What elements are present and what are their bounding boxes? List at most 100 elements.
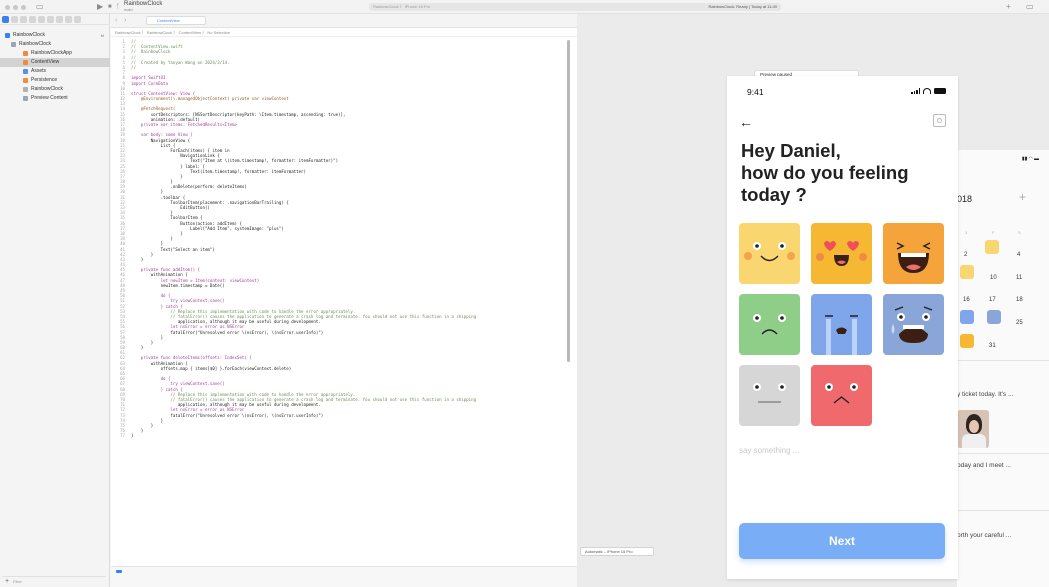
status-time: 9:41 xyxy=(747,87,764,97)
debug-area-toggle-icon[interactable] xyxy=(116,570,122,573)
calendar-day[interactable]: 2 xyxy=(964,252,967,258)
cellular-signal-icon xyxy=(911,88,920,94)
happy-face-icon xyxy=(739,223,800,284)
tree-item-group[interactable]: Preview Content xyxy=(0,94,110,103)
project-navigator-icon[interactable] xyxy=(2,16,9,23)
jump-bar[interactable]: RainbowClock 〉 RainbowClock 〉 ContentVie… xyxy=(111,28,577,37)
mood-sticker-crying[interactable] xyxy=(960,310,974,324)
mood-laughing-button[interactable] xyxy=(883,223,944,284)
tree-item-label: RainbowClockApp xyxy=(31,50,72,56)
run-destination[interactable]: RainbowClock 〉 iPhone 15 Pro xyxy=(373,4,430,10)
find-navigator-icon[interactable] xyxy=(29,16,36,23)
tree-item-project[interactable]: RainbowClock M xyxy=(0,31,110,40)
mood-note-input[interactable]: say something ... xyxy=(739,446,799,455)
source-editor: ‹ › ContentView RainbowClock 〉 RainbowCl… xyxy=(111,14,577,587)
zoom-window-button[interactable] xyxy=(21,5,26,10)
mood-happy-button[interactable] xyxy=(739,223,800,284)
sidebar-toggle-icon[interactable]: ▭ xyxy=(36,3,44,11)
mood-sticker-shocked[interactable] xyxy=(987,310,1001,324)
sad-face-icon xyxy=(739,294,800,355)
device-selector[interactable]: Automatic – iPhone 15 Pro xyxy=(580,547,654,556)
editor-tab-bar: ‹ › ContentView xyxy=(111,14,577,28)
build-status: RainbowClock: Ready | Today at 11:40 xyxy=(708,4,778,9)
issue-navigator-icon[interactable] xyxy=(38,16,45,23)
add-icon[interactable]: + xyxy=(1006,3,1011,11)
source-control-icon[interactable] xyxy=(11,16,18,23)
report-navigator-icon[interactable] xyxy=(74,16,81,23)
minimize-window-button[interactable] xyxy=(13,5,18,10)
diary-snippet[interactable]: orth your careful ... xyxy=(957,532,1011,539)
tree-item-label: Assets xyxy=(31,68,47,74)
calendar-day[interactable]: 16 xyxy=(963,297,970,303)
symbol-navigator-icon[interactable] xyxy=(20,16,27,23)
heading-line: how do you feeling xyxy=(741,162,909,183)
branch-icon: ᚴ xyxy=(116,4,120,10)
mood-neutral-button[interactable] xyxy=(739,365,800,426)
chevron-left-icon[interactable]: ‹ xyxy=(115,17,117,25)
calendar-day[interactable]: 31 xyxy=(989,343,996,349)
code-line[interactable]: 77} xyxy=(111,433,573,438)
calendar-day[interactable]: 17 xyxy=(989,297,996,303)
tree-item-file[interactable]: Persistence xyxy=(0,76,110,85)
tree-item-label: RainbowClock xyxy=(19,41,51,47)
tree-item-file[interactable]: RainbowClock xyxy=(0,85,110,94)
weekday-label: F xyxy=(992,230,995,235)
tree-item-file-selected[interactable]: ContentView xyxy=(0,58,110,67)
angry-face-icon xyxy=(811,365,872,426)
inspector-toggle-icon[interactable]: ▭ xyxy=(1026,3,1034,11)
debug-navigator-icon[interactable] xyxy=(56,16,63,23)
battery-icon xyxy=(934,88,946,94)
diary-snippet[interactable]: y ticket today. It's ... xyxy=(957,391,1013,398)
calendar-day[interactable]: 25 xyxy=(1016,320,1023,326)
activity-view[interactable]: RainbowClock 〉 iPhone 15 Pro RainbowCloc… xyxy=(369,3,781,11)
source-control-badge: M xyxy=(100,33,104,38)
plus-icon[interactable]: + xyxy=(1019,190,1026,204)
in-love-face-icon xyxy=(811,223,872,284)
tree-item-file[interactable]: Assets xyxy=(0,67,110,76)
branch-name: main xyxy=(124,7,133,12)
swift-file-icon xyxy=(23,60,28,65)
mood-grid xyxy=(739,223,945,426)
tree-item-label: Preview Content xyxy=(31,95,68,101)
test-navigator-icon[interactable] xyxy=(47,16,54,23)
mood-sticker-happy[interactable] xyxy=(960,265,974,279)
tree-item-file[interactable]: RainbowClockApp xyxy=(0,49,110,58)
mood-crying-button[interactable] xyxy=(811,294,872,355)
diary-snippet[interactable]: oday and I meet ... xyxy=(957,462,1011,469)
swift-file-icon xyxy=(23,51,28,56)
breakpoint-navigator-icon[interactable] xyxy=(65,16,72,23)
tree-item-group[interactable]: RainbowClock xyxy=(0,40,110,49)
close-window-button[interactable] xyxy=(5,5,10,10)
add-file-icon[interactable]: + xyxy=(5,577,9,586)
back-arrow-icon[interactable]: ← xyxy=(739,115,753,129)
shocked-face-icon xyxy=(883,294,944,355)
run-icon[interactable]: ▶ xyxy=(97,3,103,11)
chevron-right-icon[interactable]: › xyxy=(124,17,126,25)
stop-icon[interactable]: ■ xyxy=(108,3,112,11)
tab-label: ContentView xyxy=(157,18,180,23)
folder-icon xyxy=(23,96,28,101)
heading-line: Hey Daniel, xyxy=(741,140,841,161)
code-area[interactable]: 1//2// ContentView.swift 3// RainbowClock… xyxy=(111,39,573,579)
camera-icon[interactable] xyxy=(933,114,946,127)
secondary-preview: ▮▮ ◠ ▬ 018 + 1 F S 2 4 10 11 16 17 18 25… xyxy=(957,150,1049,587)
navigator-filter-field[interactable]: + Filter xyxy=(2,576,106,585)
photo-face xyxy=(969,420,979,433)
calendar-day[interactable]: 18 xyxy=(1016,297,1023,303)
mood-angry-button[interactable] xyxy=(811,365,872,426)
tab-contentview[interactable]: ContentView xyxy=(146,16,206,25)
calendar-day[interactable]: 4 xyxy=(1017,252,1020,258)
mood-in-love-button[interactable] xyxy=(811,223,872,284)
weekday-label: S xyxy=(1018,230,1021,235)
calendar-day[interactable]: 10 xyxy=(990,275,997,281)
diary-photo[interactable] xyxy=(957,410,989,448)
mood-sticker-in-love[interactable] xyxy=(960,334,974,348)
data-model-icon xyxy=(23,87,28,92)
calendar-day[interactable]: 11 xyxy=(1016,275,1022,281)
window-controls xyxy=(5,5,26,10)
next-button[interactable]: Next xyxy=(739,523,945,559)
editor-scrollbar[interactable] xyxy=(567,40,570,362)
mood-sticker-happy[interactable] xyxy=(985,240,999,254)
mood-shocked-button[interactable] xyxy=(883,294,944,355)
mood-sad-button[interactable] xyxy=(739,294,800,355)
